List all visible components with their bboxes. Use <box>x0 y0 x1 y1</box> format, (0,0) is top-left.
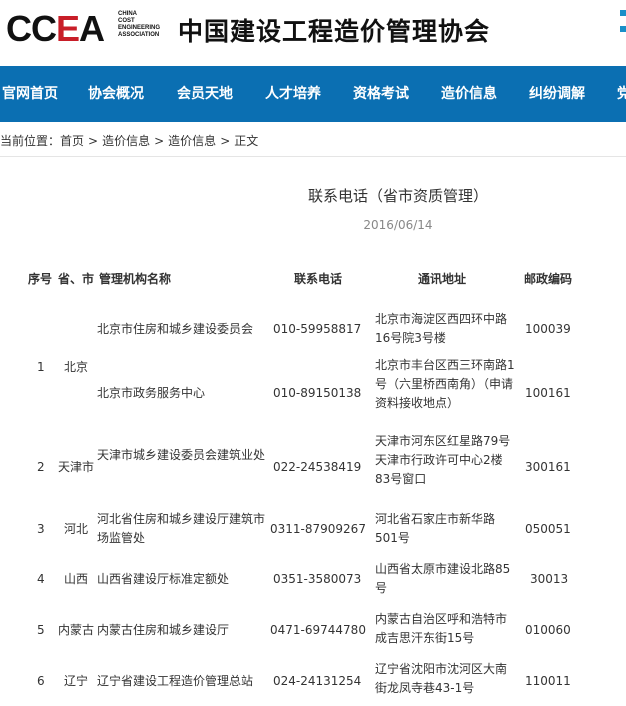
nav-members[interactable]: 会员天地 <box>177 66 233 122</box>
row-province: 北京 <box>64 360 89 374</box>
nav-home[interactable]: 官网首页 <box>2 66 58 122</box>
col-header-no: 序号 <box>28 272 53 286</box>
row-org: 内蒙古住房和城乡建设厅 <box>97 623 230 637</box>
row-org: 天津市城乡建设委员会建筑业处 <box>97 448 266 462</box>
breadcrumb-cost-info[interactable]: 造价信息 <box>102 134 150 148</box>
row-zip: 110011 <box>525 674 571 688</box>
col-header-addr: 通讯地址 <box>418 272 467 286</box>
nav-exam[interactable]: 资格考试 <box>353 66 409 122</box>
col-header-province: 省、市 <box>58 272 95 286</box>
breadcrumb: 当前位置：首页 > 造价信息 > 造价信息 > 正文 <box>0 134 259 148</box>
col-header-zip: 邮政编码 <box>524 272 573 286</box>
row-zip: 30013 <box>530 572 569 586</box>
row-province: 山西 <box>64 572 89 586</box>
row-org: 北京市住房和城乡建设委员会 <box>97 322 254 336</box>
article-title: 联系电话（省市资质管理） <box>307 187 488 205</box>
row-addr: 北京市丰台区西三环南路1号（六里桥西南角）（申请资料接收地点） <box>375 358 515 410</box>
row-org: 北京市政务服务中心 <box>97 386 206 400</box>
row-tel: 010-59958817 <box>273 322 362 336</box>
col-header-org: 管理机构名称 <box>99 272 172 286</box>
row-addr: 内蒙古自治区呼和浩特市成吉思汗东街15号 <box>375 612 508 645</box>
row-province: 辽宁 <box>64 674 89 688</box>
row-tel: 010-89150138 <box>273 386 362 400</box>
row-tel: 022-24538419 <box>273 460 362 474</box>
ccea-logo[interactable]: CCEA <box>6 8 105 50</box>
row-province: 河北 <box>64 522 89 536</box>
logo-subtitle: CHINA COST ENGINEERING ASSOCIATION <box>118 11 161 38</box>
nav-party[interactable]: 党 <box>617 66 626 122</box>
row-no: 4 <box>37 572 45 586</box>
row-zip: 100161 <box>525 386 571 400</box>
row-tel: 024-24131254 <box>273 674 362 688</box>
row-tel: 0311-87909267 <box>270 522 366 536</box>
row-no: 5 <box>37 623 45 637</box>
main-nav: 官网首页 协会概况 会员天地 人才培养 资格考试 造价信息 纠纷调解 党 <box>0 66 626 122</box>
nav-mediation[interactable]: 纠纷调解 <box>529 66 585 122</box>
divider <box>0 156 626 157</box>
row-no: 2 <box>37 460 45 474</box>
nav-about[interactable]: 协会概况 <box>88 66 144 122</box>
row-tel: 0351-3580073 <box>273 572 362 586</box>
row-org: 河北省住房和城乡建设厅建筑市场监管处 <box>97 512 266 545</box>
row-org: 辽宁省建设工程造价管理总站 <box>97 674 254 688</box>
row-zip: 100039 <box>525 322 571 336</box>
row-no: 3 <box>37 522 45 536</box>
breadcrumb-home[interactable]: 首页 <box>60 134 84 148</box>
row-zip: 010060 <box>525 623 571 637</box>
row-province: 天津市 <box>58 460 95 474</box>
col-header-tel: 联系电话 <box>294 272 343 286</box>
nav-training[interactable]: 人才培养 <box>265 66 321 122</box>
row-zip: 050051 <box>525 522 571 536</box>
row-addr: 辽宁省沈阳市沈河区大南街龙凤寺巷43-1号 <box>375 662 508 695</box>
header-tools-icon[interactable] <box>620 10 626 50</box>
row-province: 内蒙古 <box>58 623 95 637</box>
row-org: 山西省建设厅标准定额处 <box>97 572 230 586</box>
row-no: 1 <box>37 360 45 374</box>
row-addr: 河北省石家庄市新华路501号 <box>375 512 496 545</box>
breadcrumb-cost-info-sub[interactable]: 造价信息 <box>168 134 216 148</box>
article-date: 2016/06/14 <box>363 218 433 232</box>
nav-cost-info[interactable]: 造价信息 <box>441 66 497 122</box>
row-addr: 山西省太原市建设北路85号 <box>375 562 511 595</box>
org-name: 中国建设工程造价管理协会 <box>178 17 491 46</box>
row-zip: 300161 <box>525 460 571 474</box>
row-tel: 0471-69744780 <box>270 623 366 637</box>
site-header: CCEA CHINA COST ENGINEERING ASSOCIATION … <box>0 0 626 66</box>
row-addr: 北京市海淀区西四环中路16号院3号楼 <box>375 312 508 345</box>
row-addr: 天津市河东区红星路79号天津市行政许可中心2楼83号窗口 <box>375 434 511 486</box>
breadcrumb-current: 正文 <box>234 134 259 148</box>
row-no: 6 <box>37 674 45 688</box>
